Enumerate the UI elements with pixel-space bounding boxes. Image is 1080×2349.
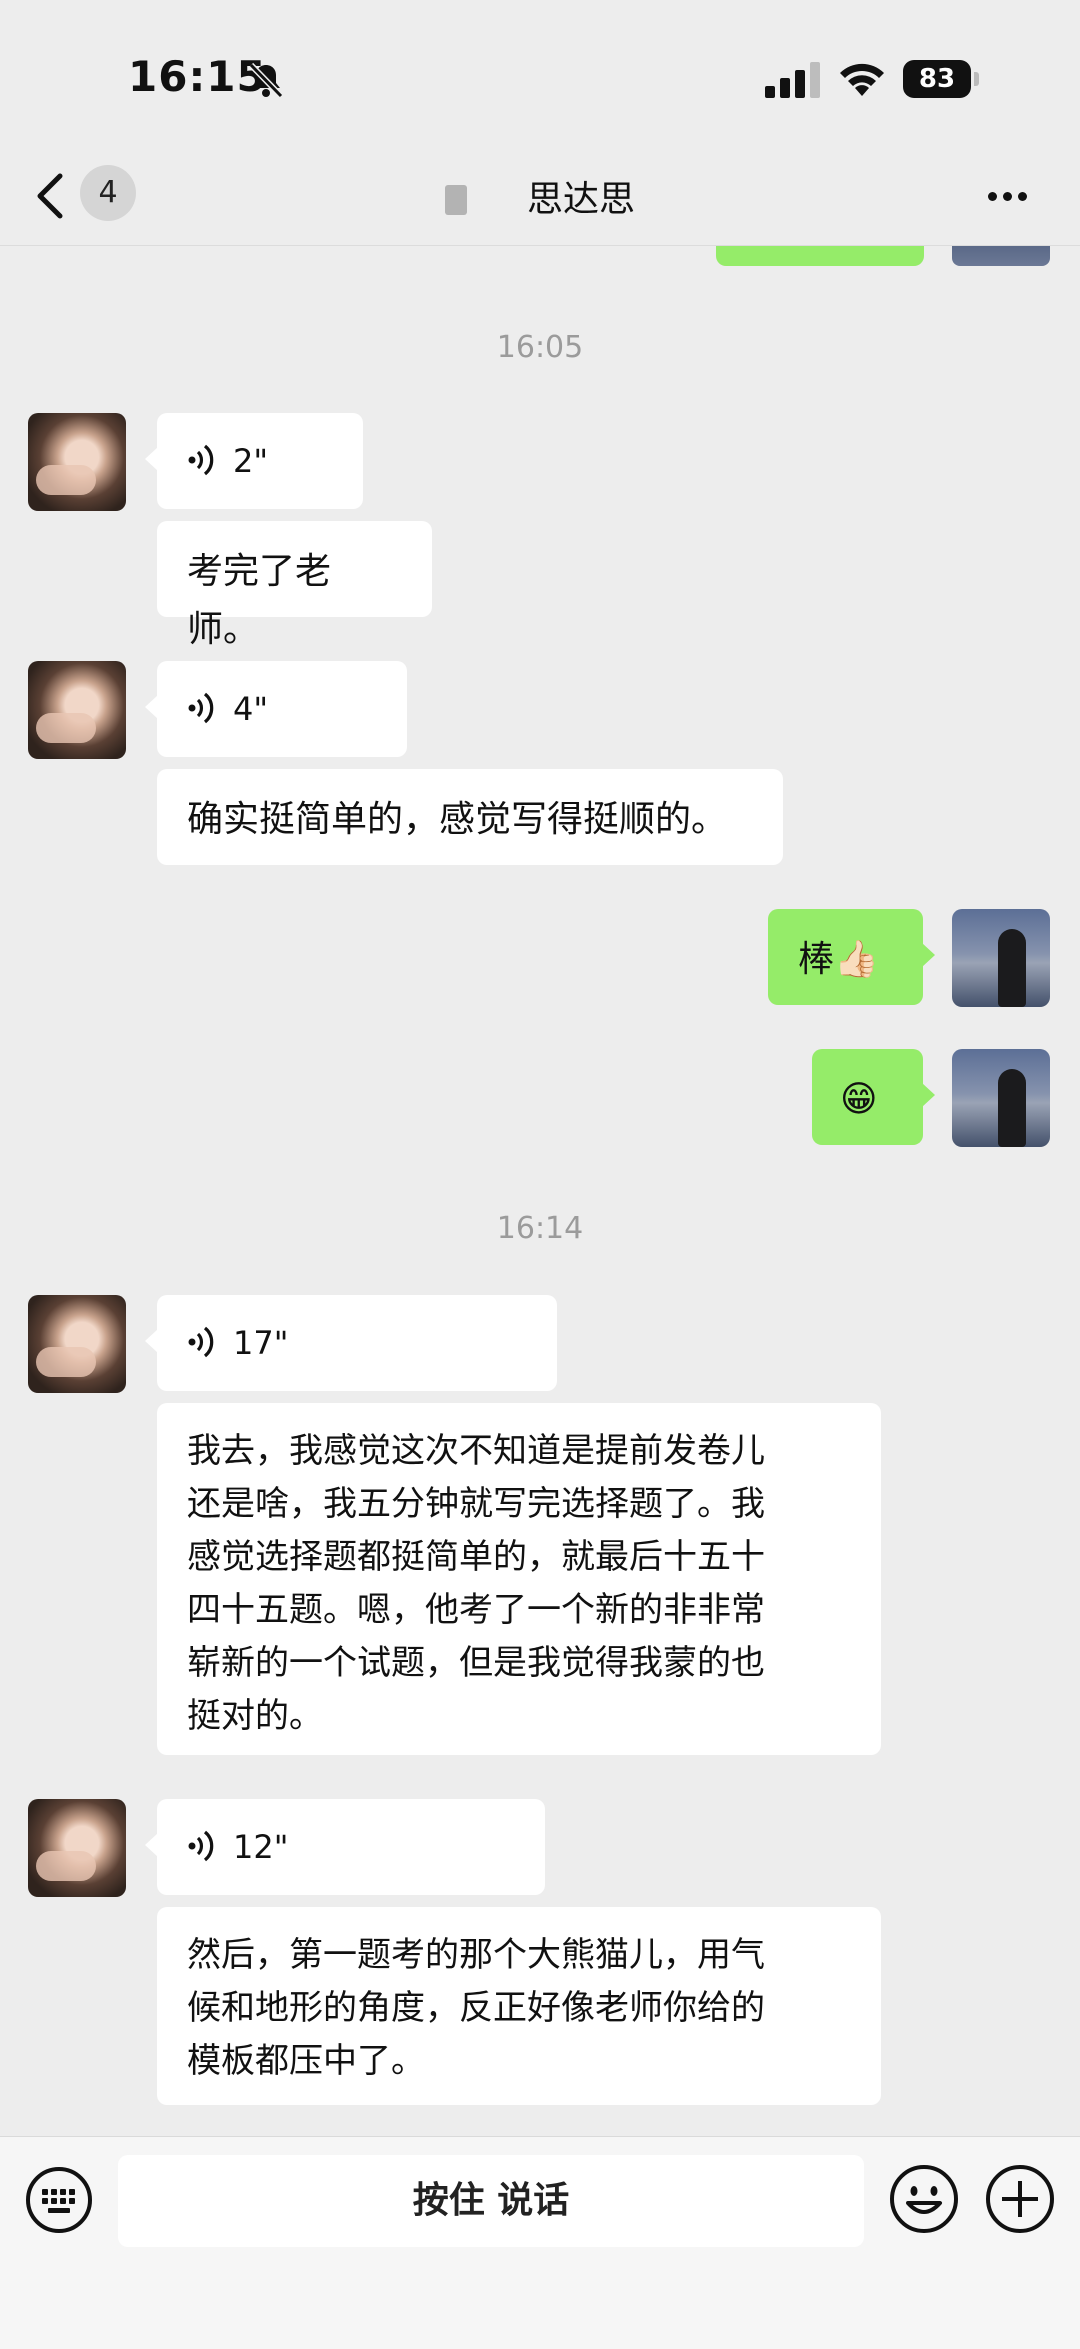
emoji-icon[interactable]	[888, 2163, 960, 2235]
more-icon[interactable]	[988, 186, 1038, 202]
redacted-name	[444, 185, 467, 215]
hold-to-talk-button[interactable]: 按住 说话	[118, 2155, 864, 2247]
text-message[interactable]: 我去，我感觉这次不知道是提前发卷儿 还是啥，我五分钟就写完选择题了。我 感觉选择…	[157, 1403, 881, 1755]
voice-duration: 4"	[233, 690, 269, 728]
chat-header: 4 思达思	[0, 150, 1080, 246]
avatar-contact[interactable]	[28, 1295, 126, 1393]
message-text: 考完了老师。	[187, 551, 332, 650]
voice-message[interactable]: 2"	[145, 413, 363, 509]
message-line: 我去，我感觉这次不知道是提前发卷儿	[187, 1431, 765, 1471]
voice-wave-icon	[188, 444, 214, 476]
avatar-self[interactable]	[952, 909, 1050, 1007]
battery-icon: 83	[903, 60, 981, 100]
bell-slash-icon	[248, 62, 284, 99]
message-line: 挺对的。	[187, 1696, 323, 1736]
wifi-icon	[840, 63, 884, 96]
timestamp: 16:14	[496, 1211, 584, 1246]
battery-level: 83	[918, 64, 956, 94]
voice-message[interactable]: 4"	[145, 661, 407, 757]
chat-title-text: 思达思	[526, 179, 635, 220]
voice-duration: 17"	[233, 1324, 289, 1362]
chevron-left-icon[interactable]	[30, 168, 70, 224]
avatar-self[interactable]	[952, 1049, 1050, 1147]
plus-icon[interactable]	[984, 2163, 1056, 2235]
message-text: 😁	[840, 1079, 878, 1120]
message-text: 棒👍🏻	[798, 939, 879, 980]
chat-title: 思达思	[380, 170, 700, 222]
text-message[interactable]: 确实挺简单的，感觉写得挺顺的。	[157, 769, 783, 865]
voice-wave-icon	[188, 1830, 214, 1862]
message-line: 候和地形的角度，反正好像老师你给的	[187, 1988, 765, 2028]
message-line: 还是啥，我五分钟就写完选择题了。我	[187, 1484, 765, 1524]
self-emoji-message[interactable]: 😁	[812, 1049, 935, 1145]
message-line: 模板都压中了。	[187, 2041, 425, 2081]
voice-wave-icon	[188, 692, 214, 724]
voice-message[interactable]: 12"	[145, 1799, 545, 1895]
avatar-contact[interactable]	[28, 661, 126, 759]
voice-wave-icon	[188, 1326, 214, 1358]
message-line: 四十五题。嗯，他考了一个新的非非常	[187, 1590, 765, 1630]
status-bar: 16:15 83	[0, 0, 1080, 150]
text-message[interactable]: 考完了老师。	[157, 521, 432, 650]
signal-icon	[765, 62, 820, 98]
timestamp: 16:05	[496, 330, 584, 365]
message-line: 崭新的一个试题，但是我觉得我蒙的也	[187, 1643, 765, 1683]
unread-count-badge[interactable]: 4	[80, 165, 136, 221]
keyboard-icon[interactable]	[24, 2165, 94, 2235]
voice-message[interactable]: 17"	[145, 1295, 557, 1391]
self-text-message[interactable]: 棒👍🏻	[768, 909, 935, 1005]
text-message[interactable]: 然后，第一题考的那个大熊猫儿，用气 候和地形的角度，反正好像老师你给的 模板都压…	[157, 1907, 881, 2105]
voice-duration: 12"	[233, 1828, 289, 1866]
voice-duration: 2"	[233, 442, 269, 480]
input-bar: 按住 说话	[0, 2136, 1080, 2349]
message-text: 确实挺简单的，感觉写得挺顺的。	[187, 799, 728, 840]
avatar-contact[interactable]	[28, 1799, 126, 1897]
message-line: 感觉选择题都挺简单的，就最后十五十	[187, 1537, 765, 1577]
avatar-contact[interactable]	[28, 413, 126, 511]
message-line: 然后，第一题考的那个大熊猫儿，用气	[187, 1935, 765, 1975]
